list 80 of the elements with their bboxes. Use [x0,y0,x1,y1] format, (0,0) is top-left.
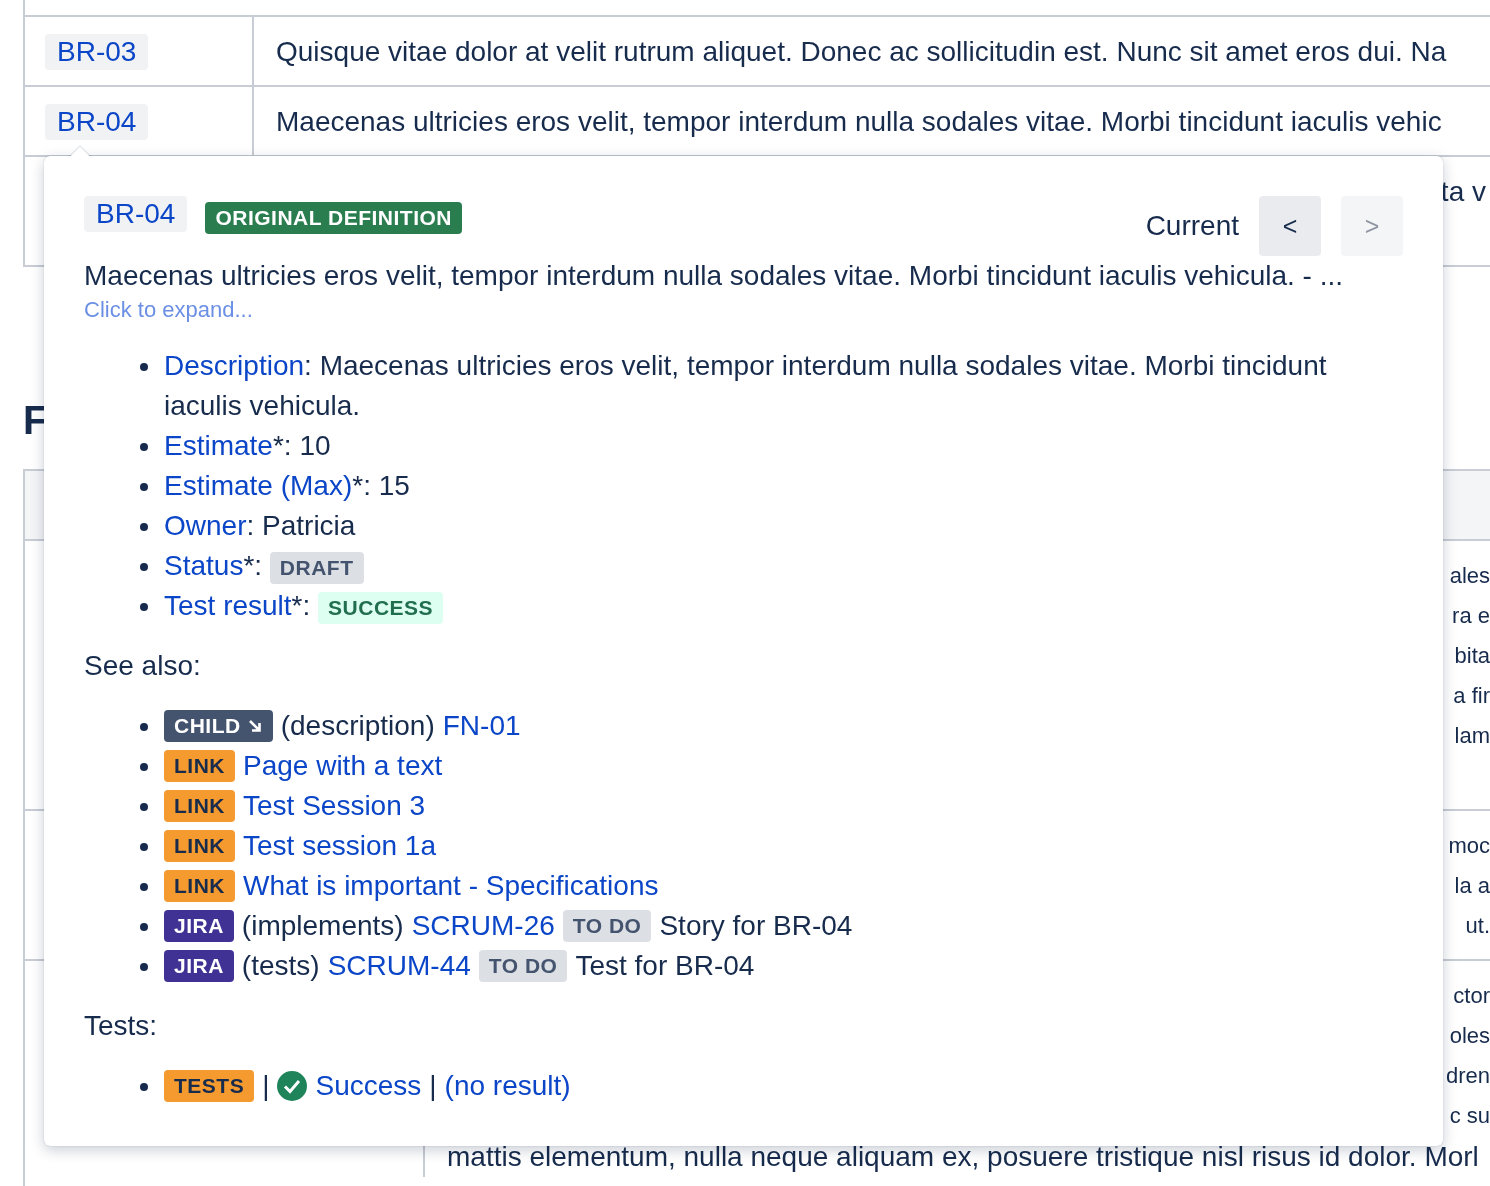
field-link[interactable]: Test result [164,590,292,621]
bullet-dot [140,763,148,771]
bullet-dot [140,803,148,811]
cell-text: dren [1445,1063,1490,1088]
status-lozenge: TO DO [478,950,568,982]
cell-text: ctor [1453,983,1490,1008]
bullet-dot [140,563,148,571]
bullet-dot [140,963,148,971]
bullet-dot [140,603,148,611]
section-label: See also: [84,650,201,681]
relation-text: (implements) [241,909,404,943]
table-cell: ta v [1440,176,1486,207]
field-text: Description: Maecenas ultricies eros velit, tempor interdum nulla sodales vitae. Morbi tincidunt iaculis vehicula. [164,349,1328,423]
cell-text: a fir [1453,683,1490,708]
page-link[interactable]: SCRUM-26 [411,906,555,946]
result-link[interactable]: (no result) [444,1066,571,1106]
cell-text: ra e [1452,603,1490,628]
separator: | [262,1069,270,1103]
page-link[interactable]: Test session 1a [243,826,436,866]
field-separator: *: [291,590,311,621]
field-link[interactable]: Estimate [164,430,273,461]
status-lozenge: TO DO [562,910,652,942]
result-link[interactable]: Success [315,1066,422,1106]
page-link[interactable]: Page with a text [243,746,443,786]
check-circle-icon [277,1071,308,1101]
bullet-dot [140,523,148,531]
field-text: Estimate (Max)*: 15 [164,469,410,503]
field-text: Owner: Patricia [164,509,356,543]
bullet-dot [140,443,148,451]
relation-lozenge: JIRA [164,910,234,942]
page-link[interactable]: FN-01 [442,706,521,746]
bullet-dot [140,1083,148,1091]
cell-text: la a [1454,873,1490,898]
tests-lozenge: TESTS [164,1070,255,1102]
arrow-icon [246,718,263,734]
section-label: Tests: [84,1010,158,1041]
field-text: Estimate*: 10 [164,429,331,463]
cell-text: bita [1454,643,1490,668]
table-cell-text: Quisque vitae dolor at velit rutrum aliquet. Donec ac sollicitudin est. Nunc sit amet eros dui. Na [275,35,1448,69]
issue-summary: Test for BR-04 [575,949,755,983]
field-separator: *: [243,550,263,581]
relation-lozenge: JIRA [164,950,234,982]
status-lozenge: DRAFT [269,551,364,584]
bullet-dot [140,843,148,851]
field-link[interactable]: Status [164,550,244,581]
page-link[interactable]: SCRUM-44 [327,946,471,986]
bullet-dot [140,363,148,371]
relation-text: (tests) [241,949,320,983]
previous-button[interactable]: < [1259,196,1321,256]
lozenge-text: CHILD [174,713,241,739]
field-link[interactable]: Owner [164,510,247,541]
cell-text: ales [1449,563,1490,588]
separator: | [429,1069,437,1103]
bullet-dot [140,483,148,491]
requirement-id-link[interactable]: BR-04 [84,196,188,232]
relation-lozenge: LINK [164,830,235,862]
cell-text: moc [1448,833,1490,858]
result-lozenge: SUCCESS [318,591,444,624]
cell-text: oles [1449,1023,1490,1048]
relation-lozenge: LINK [164,870,235,902]
relation-lozenge: LINK [164,750,235,782]
relation-text: (description) [280,709,435,743]
relation-lozenge: LINK [164,790,235,822]
definition-lozenge: ORIGINAL DEFINITION [205,202,462,234]
requirement-id-link[interactable]: BR-03 [45,34,149,70]
cell-text: lam [1454,723,1490,748]
field-link[interactable]: Description [164,350,305,381]
page-link[interactable]: What is important - Specifications [243,866,659,906]
cell-text: ut. [1465,913,1490,938]
bullet-dot [140,723,148,731]
table-cell-text: Maecenas ultricies eros velit, tempor interdum nulla sodales vitae. Morbi tincidunt iaculis vehic [275,105,1443,139]
version-label: Current [1145,210,1239,242]
requirement-id-link[interactable]: BR-04 [45,104,149,140]
field-link[interactable]: Estimate (Max) [164,470,353,501]
page-link[interactable]: Test Session 3 [243,786,426,826]
cell-text: c su [1449,1103,1490,1128]
bullet-dot [140,923,148,931]
summary-text: Maecenas ultricies eros velit, tempor interdum nulla sodales vitae. Morbi tincidunt iaculis vehicula. - ... [84,260,1343,291]
bullet-dot [140,883,148,891]
issue-summary: Story for BR-04 [659,909,853,943]
